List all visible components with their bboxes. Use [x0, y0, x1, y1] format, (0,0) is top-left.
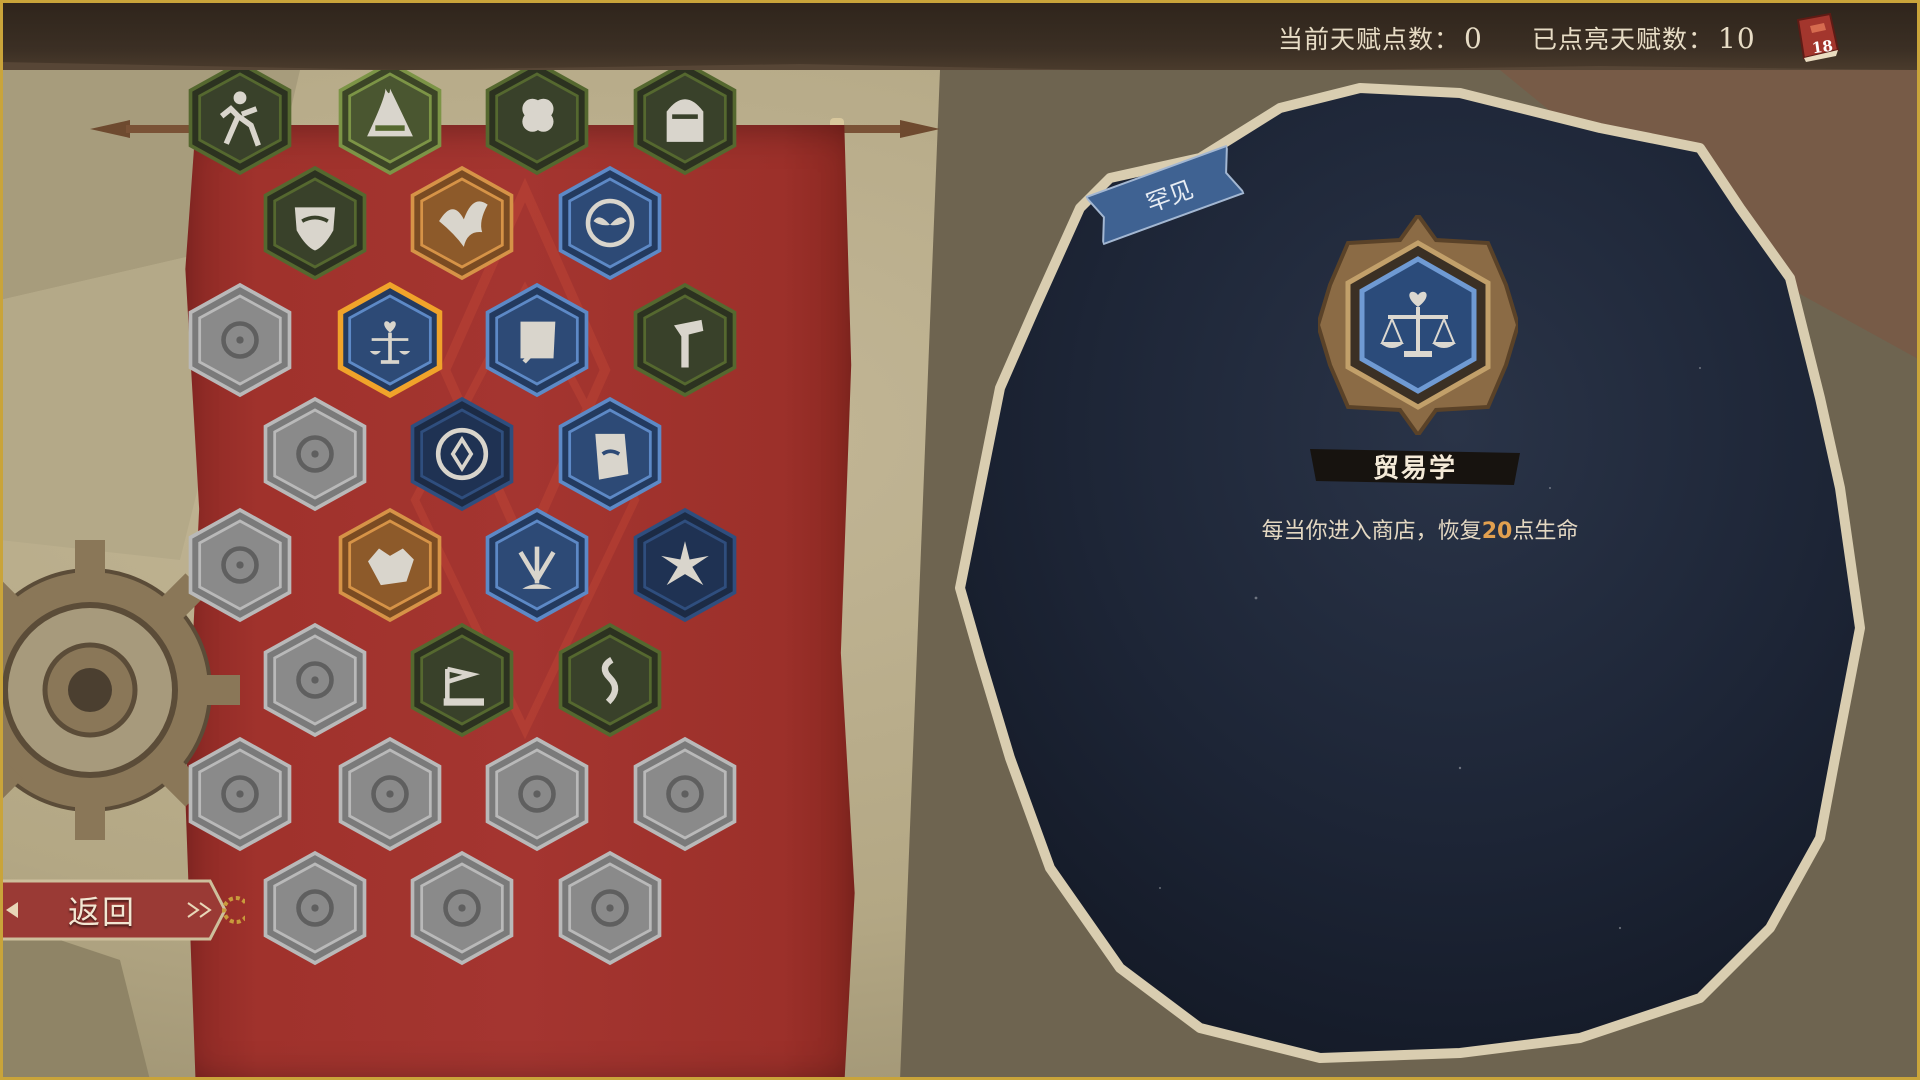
talent-slot[interactable] — [407, 392, 517, 516]
current-points-label: 当前天赋点数： — [1278, 25, 1461, 54]
talent-slot[interactable] — [260, 846, 370, 970]
description-text-2: 点生命 — [1512, 519, 1579, 544]
book-count: 18 — [1810, 36, 1835, 58]
talent-slot[interactable] — [555, 846, 665, 970]
talent-slot[interactable] — [185, 503, 295, 627]
talent-slot[interactable] — [335, 278, 445, 402]
talent-slot[interactable] — [260, 161, 370, 285]
talent-slot[interactable] — [335, 732, 445, 856]
talent-slot[interactable] — [630, 503, 740, 627]
talent-slot[interactable] — [482, 732, 592, 856]
talent-slot[interactable] — [630, 278, 740, 402]
description-text-1: 每当你进入商店，恢复 — [1261, 519, 1482, 544]
current-points-value: 0 — [1464, 22, 1483, 55]
talent-slot[interactable] — [555, 392, 665, 516]
talent-slot[interactable] — [407, 161, 517, 285]
mask-scroll-icon — [595, 433, 629, 480]
talent-slot[interactable] — [407, 618, 517, 742]
lit-talents-value: 10 — [1718, 22, 1756, 55]
talent-slot[interactable] — [185, 278, 295, 402]
current-talent-points: 当前天赋点数： 0 — [1278, 20, 1483, 56]
lit-talents-label: 已点亮天赋数： — [1532, 25, 1715, 54]
selected-talent-description: 每当你进入商店，恢复20点生命 — [1220, 513, 1620, 545]
scroll-quill-icon — [520, 321, 556, 364]
talent-slot[interactable] — [185, 732, 295, 856]
selected-talent-name: 贸易学 — [1372, 454, 1457, 484]
talent-slot[interactable] — [260, 618, 370, 742]
talent-slot[interactable] — [260, 392, 370, 516]
talent-slot[interactable] — [630, 732, 740, 856]
top-bar: 当前天赋点数： 0 已点亮天赋数： 10 18 — [0, 0, 1920, 70]
talent-slot[interactable] — [482, 278, 592, 402]
back-button-label: 返回 — [68, 893, 137, 931]
knight-helmet-icon — [666, 99, 704, 142]
talent-screen: 当前天赋点数： 0 已点亮天赋数： 10 18 返回 罕见 贸易学 每当你进入商… — [0, 0, 1920, 1080]
back-button[interactable]: 返回 — [0, 875, 245, 945]
talent-slot[interactable] — [482, 503, 592, 627]
selected-talent-icon — [1318, 215, 1518, 435]
talent-slot[interactable] — [335, 503, 445, 627]
clover-icon — [522, 98, 554, 132]
description-value: 20 — [1481, 519, 1513, 544]
talent-slot[interactable] — [407, 846, 517, 970]
talent-slot[interactable] — [555, 618, 665, 742]
lit-talents-count: 已点亮天赋数： 10 — [1532, 20, 1756, 56]
talent-slot[interactable] — [555, 161, 665, 285]
